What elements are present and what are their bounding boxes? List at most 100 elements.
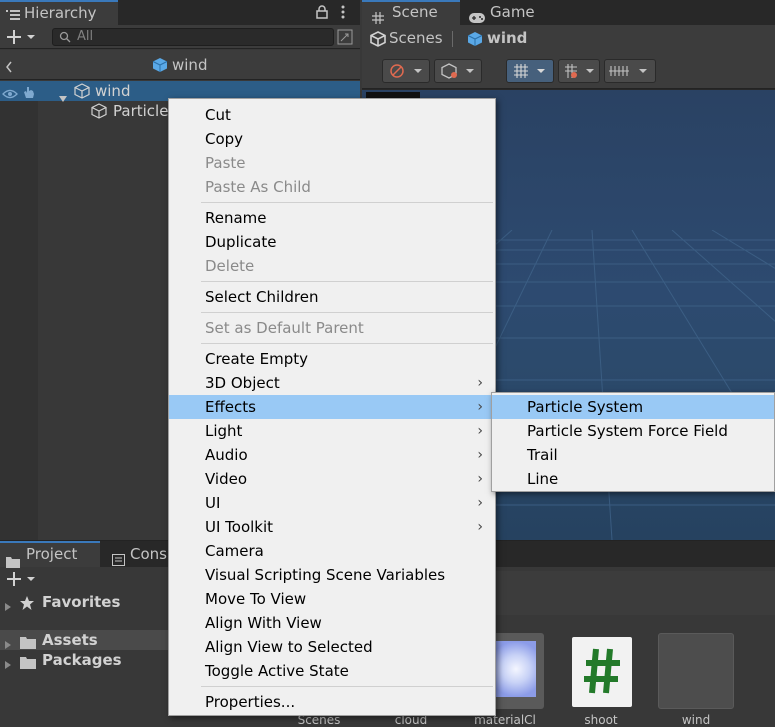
- menu-item-set-default-parent: Set as Default Parent: [169, 316, 495, 340]
- tab-scene[interactable]: Scene: [362, 0, 460, 25]
- project-tree-packages[interactable]: Packages: [0, 650, 168, 670]
- menu-item-label: Effects: [205, 398, 256, 416]
- increment-snap-dropdown[interactable]: [558, 59, 600, 83]
- submenu-item-particle-system[interactable]: Particle System: [492, 395, 774, 419]
- draw-mode-dropdown[interactable]: [382, 59, 430, 83]
- add-asset-dropdown-button[interactable]: [6, 571, 38, 587]
- lock-icon[interactable]: [316, 5, 328, 19]
- project-tree-label: Assets: [42, 631, 98, 649]
- expand-arrow-icon[interactable]: [4, 635, 12, 649]
- menu-item-label: Properties...: [205, 693, 296, 711]
- submenu-item-label: Trail: [527, 446, 558, 464]
- breadcrumb-divider: [452, 31, 453, 47]
- hierarchy-row-label: wind: [95, 82, 131, 100]
- menu-item-ui[interactable]: UI ›: [169, 491, 495, 515]
- pick-hand-icon[interactable]: [22, 84, 36, 98]
- gizmos-dropdown[interactable]: [604, 59, 656, 83]
- menu-item-label: Paste As Child: [205, 178, 311, 196]
- menu-item-duplicate[interactable]: Duplicate: [169, 230, 495, 254]
- expand-arrow-icon[interactable]: [4, 655, 12, 669]
- back-chevron-icon[interactable]: [5, 59, 13, 73]
- menu-item-ui-toolkit[interactable]: UI Toolkit ›: [169, 515, 495, 539]
- cloud-texture-thumbnail: [496, 641, 536, 697]
- tab-project-label: Project: [26, 545, 78, 563]
- search-filter-icon[interactable]: [337, 29, 353, 45]
- tab-project[interactable]: Project: [0, 541, 100, 568]
- add-dropdown-button[interactable]: [6, 28, 38, 46]
- tab-hierarchy-label: Hierarchy: [24, 4, 97, 22]
- tab-game[interactable]: Game: [462, 0, 552, 25]
- menu-item-align-view-to-selected[interactable]: Align View to Selected: [169, 635, 495, 659]
- hierarchy-visibility-gutter: [0, 81, 38, 540]
- breadcrumb-prefab[interactable]: wind: [487, 29, 527, 47]
- project-tree-assets[interactable]: Assets: [0, 630, 168, 650]
- eye-icon[interactable]: [2, 85, 18, 99]
- prefab-cube-icon: [152, 57, 168, 73]
- hierarchy-tab-bar: Hierarchy: [0, 0, 360, 25]
- menu-separator: [201, 202, 493, 203]
- submenu-item-label: Particle System: [527, 398, 644, 416]
- menu-item-move-to-view[interactable]: Move To View: [169, 587, 495, 611]
- submenu-item-label: Particle System Force Field: [527, 422, 728, 440]
- submenu-item-line[interactable]: Line: [492, 467, 774, 491]
- menu-item-cut[interactable]: Cut: [169, 103, 495, 127]
- menu-item-label: Audio: [205, 446, 248, 464]
- hierarchy-toolbar: All: [0, 25, 360, 49]
- menu-item-align-with-view[interactable]: Align With View: [169, 611, 495, 635]
- submenu-arrow-icon: ›: [477, 399, 483, 415]
- menu-item-copy[interactable]: Copy: [169, 127, 495, 151]
- menu-item-label: 3D Object: [205, 374, 280, 392]
- menu-item-label: Create Empty: [205, 350, 308, 368]
- scene-tab-bar: Scene Game: [362, 0, 775, 25]
- project-tree-label: Favorites: [42, 593, 121, 611]
- menu-item-label: Visual Scripting Scene Variables: [205, 566, 446, 584]
- hierarchy-search-input[interactable]: All: [52, 28, 334, 46]
- menu-item-create-empty[interactable]: Create Empty: [169, 347, 495, 371]
- menu-item-3d-object[interactable]: 3D Object ›: [169, 371, 495, 395]
- menu-item-visual-scripting[interactable]: Visual Scripting Scene Variables: [169, 563, 495, 587]
- menu-item-light[interactable]: Light ›: [169, 419, 495, 443]
- asset-tile-shoot-script[interactable]: [572, 637, 632, 707]
- submenu-arrow-icon: ›: [477, 375, 483, 391]
- kebab-menu-icon[interactable]: [340, 4, 346, 20]
- hierarchy-breadcrumb: wind: [0, 50, 360, 80]
- expand-arrow-icon[interactable]: [4, 597, 12, 611]
- menu-item-video[interactable]: Video ›: [169, 467, 495, 491]
- submenu-item-particle-system-force-field[interactable]: Particle System Force Field: [492, 419, 774, 443]
- menu-item-label: Light: [205, 422, 243, 440]
- menu-item-properties[interactable]: Properties...: [169, 690, 495, 714]
- render-mode-dropdown[interactable]: [434, 59, 482, 83]
- star-icon: [20, 595, 34, 610]
- project-tree-favorites[interactable]: Favorites: [0, 592, 168, 612]
- menu-item-paste: Paste: [169, 151, 495, 175]
- scene-breadcrumb: Scenes wind: [362, 25, 775, 53]
- breadcrumb-prefab-name: wind: [172, 56, 208, 74]
- menu-item-audio[interactable]: Audio ›: [169, 443, 495, 467]
- hierarchy-row-label: Particle: [113, 102, 169, 120]
- grid-snap-toggle[interactable]: [506, 59, 554, 83]
- menu-item-label: Camera: [205, 542, 264, 560]
- menu-item-select-children[interactable]: Select Children: [169, 285, 495, 309]
- menu-item-label: Move To View: [205, 590, 307, 608]
- menu-item-camera[interactable]: Camera: [169, 539, 495, 563]
- submenu-arrow-icon: ›: [477, 471, 483, 487]
- breadcrumb-scenes[interactable]: Scenes: [389, 29, 443, 47]
- list-icon: [6, 7, 20, 20]
- tab-hierarchy[interactable]: Hierarchy: [0, 0, 118, 25]
- tab-console[interactable]: Cons: [104, 541, 174, 567]
- asset-label: shoot: [584, 713, 618, 727]
- expand-arrow-icon[interactable]: [58, 88, 68, 102]
- asset-tile-wind-prefab[interactable]: [658, 633, 734, 709]
- context-menu: Cut Copy Paste Paste As Child Rename Dup…: [168, 98, 496, 716]
- folder-icon: [6, 550, 20, 568]
- menu-item-effects[interactable]: Effects ›: [169, 395, 495, 419]
- unity-logo-icon: [370, 31, 386, 47]
- csharp-script-icon: [582, 645, 622, 701]
- submenu-item-trail[interactable]: Trail: [492, 443, 774, 467]
- submenu-arrow-icon: ›: [477, 519, 483, 535]
- menu-item-label: Align With View: [205, 614, 322, 632]
- menu-item-rename[interactable]: Rename: [169, 206, 495, 230]
- gamepad-icon: [468, 7, 486, 23]
- prefab-cube-icon: [467, 31, 483, 47]
- menu-item-toggle-active-state[interactable]: Toggle Active State: [169, 659, 495, 683]
